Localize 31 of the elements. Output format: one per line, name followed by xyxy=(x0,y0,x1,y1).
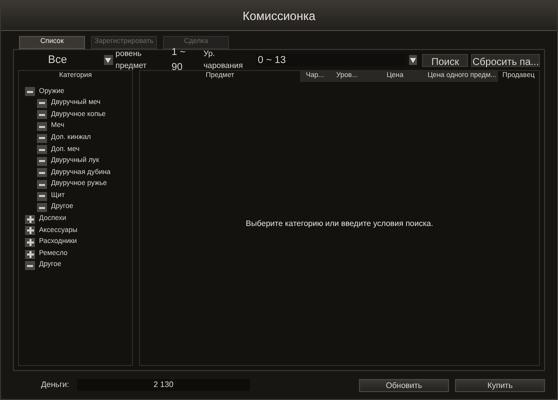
plus-icon[interactable] xyxy=(25,238,35,248)
dropdown-arrow-icon[interactable] xyxy=(408,55,417,65)
window-title: Комиссионка xyxy=(242,8,316,24)
minus-icon[interactable] xyxy=(37,110,47,120)
action-button[interactable]: Обновить xyxy=(359,378,449,392)
plus-icon[interactable] xyxy=(25,250,35,259)
level-range: 1 ~ 90 xyxy=(171,46,187,75)
minus-icon[interactable] xyxy=(37,192,47,201)
minus-icon[interactable] xyxy=(25,261,35,270)
empty-message: Выберите категорию или введите условия поиска. xyxy=(246,218,434,230)
enchant-range-field[interactable]: 0 ~ 13 xyxy=(256,54,406,66)
minus-icon[interactable] xyxy=(37,145,47,154)
reset-button[interactable]: Сбросить па... xyxy=(471,54,540,66)
search-button[interactable]: Поиск xyxy=(422,54,468,66)
enchant-label: Ур. чарования xyxy=(203,48,244,72)
plus-icon[interactable] xyxy=(25,226,35,236)
grade-label: Все xyxy=(48,52,68,68)
minus-icon[interactable] xyxy=(37,98,47,108)
money-label: Деньги: xyxy=(41,379,70,391)
action-button[interactable]: Купить xyxy=(455,378,545,392)
minus-icon[interactable] xyxy=(37,180,47,190)
minus-icon[interactable] xyxy=(37,203,47,212)
dropdown-arrow-icon[interactable] xyxy=(104,55,112,65)
minus-icon[interactable] xyxy=(37,134,47,143)
level-label: ровень предмет xyxy=(116,48,148,72)
minus-icon[interactable] xyxy=(37,156,47,166)
plus-icon[interactable] xyxy=(25,214,35,224)
minus-icon[interactable] xyxy=(37,168,47,178)
minus-icon[interactable] xyxy=(25,87,35,96)
money-field: 2 130 xyxy=(77,379,250,391)
minus-icon[interactable] xyxy=(37,122,47,132)
